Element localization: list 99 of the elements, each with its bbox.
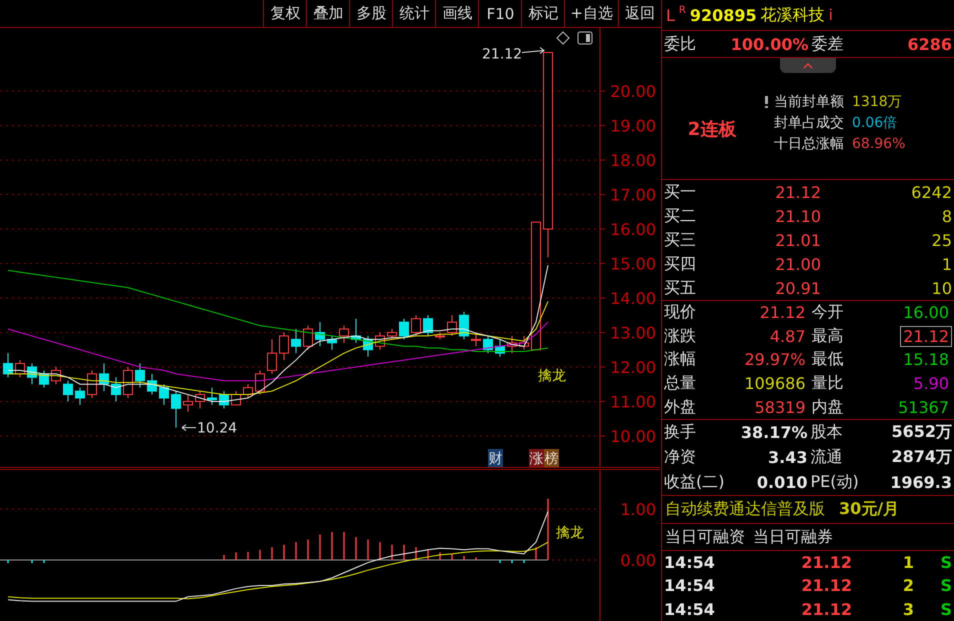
field-label: 收益(二) [664, 472, 726, 493]
field-value: 21.12 [758, 302, 806, 324]
field-label: PE(动) [810, 472, 860, 493]
field-label: 股本 [810, 422, 844, 443]
field-label: 涨跌 [664, 326, 697, 347]
field-value: 29.97% [743, 349, 806, 370]
field-label: 外盘 [664, 396, 697, 418]
market-label: L [666, 6, 675, 24]
bid-volume: 8 [942, 206, 952, 226]
flag-label: R [678, 5, 686, 16]
axis-label: 12.00 [610, 358, 656, 377]
stock-code: 920895 [690, 6, 757, 24]
axis-label: 11.00 [610, 392, 656, 412]
axis-label: 1.00 [620, 500, 656, 519]
field-value: 3.43 [768, 448, 808, 467]
bid-label: 买三 [664, 230, 697, 250]
bid-volume: 1 [942, 254, 952, 274]
tick-volume: 3 [902, 600, 914, 619]
axis-label: 15.00 [610, 254, 656, 274]
axis-label: 19.00 [610, 116, 656, 136]
bid-price: 21.01 [775, 230, 821, 250]
field-value: 58319 [754, 396, 806, 418]
axis-label: 0.00 [620, 551, 656, 570]
margin-label: 当日可融资 [665, 526, 745, 548]
field-label: 流通 [810, 447, 844, 468]
tick-time: 14:54 [664, 576, 716, 596]
tick-side: S [940, 576, 952, 596]
bid-label: 买二 [664, 206, 697, 226]
field-value: 38.17% [740, 423, 808, 442]
field-value: 1318万 [852, 92, 902, 110]
field-label: 内盘 [812, 396, 844, 418]
field-value: 5652万 [891, 422, 952, 443]
bid-volume: 6242 [911, 182, 952, 202]
stock-name: 花溪科技 [760, 4, 825, 26]
field-value: 68.96% [852, 136, 906, 152]
bid-price: 21.00 [775, 254, 821, 274]
axis-label: 13.00 [610, 323, 656, 342]
field-value: 21.12 [900, 326, 952, 347]
axis-label: 18.00 [610, 151, 656, 170]
streak-label: 2连板 [686, 118, 738, 140]
field-label: 现价 [664, 302, 697, 324]
axis-label: 16.00 [610, 220, 656, 240]
axis-label: 14.00 [610, 289, 656, 308]
tick-time: 14:54 [664, 553, 716, 572]
tick-side: S [940, 600, 952, 619]
field-label: 涨幅 [664, 349, 697, 370]
margin-label: 当日可融券 [753, 526, 833, 548]
field-value: 1969.3 [890, 473, 952, 492]
field-label: 封单占成交 [774, 114, 844, 132]
field-label: 当前封单额 [774, 92, 844, 110]
field-label: 十日总涨幅 [774, 134, 844, 152]
field-value: 2874万 [891, 447, 952, 468]
field-value: 6286 [907, 34, 952, 54]
tag-badge[interactable]: 榜 [544, 449, 559, 467]
bid-price: 20.91 [775, 278, 821, 298]
price-label: 10.24 [197, 420, 238, 437]
field-label: 净资 [664, 447, 697, 468]
field-label: 最低 [812, 349, 844, 370]
field-label: 今开 [812, 302, 844, 324]
tag-badge[interactable]: 财 [488, 449, 503, 467]
bid-label: 买一 [664, 182, 697, 202]
tick-side: S [940, 553, 952, 572]
info-link[interactable]: i [828, 6, 833, 24]
signal-label: 擒龙 [556, 524, 584, 541]
field-label: 最高 [812, 326, 844, 347]
field-value: 15.18 [902, 349, 950, 370]
field-value: 109686 [743, 373, 806, 394]
tick-volume: 2 [902, 576, 914, 596]
tick-volume: 1 [902, 553, 914, 572]
field-value: 0.06倍 [852, 114, 898, 132]
field-label: 委比 [664, 34, 697, 54]
axis-label: 17.00 [610, 186, 656, 205]
tick-price: 21.12 [801, 553, 852, 572]
field-label: 总量 [664, 373, 697, 394]
bid-label: 买四 [664, 254, 697, 274]
promo-price: 30元/月 [839, 499, 900, 520]
bid-volume: 10 [932, 278, 952, 298]
promo-link[interactable]: 自动续费通达信普及版 [665, 499, 825, 520]
field-value: 0.010 [756, 473, 808, 492]
tick-price: 21.12 [801, 576, 852, 596]
bid-volume: 25 [932, 230, 952, 250]
field-label: 量比 [812, 373, 844, 394]
tick-time: 14:54 [664, 600, 716, 619]
bid-label: 买五 [664, 278, 697, 298]
bid-price: 21.12 [775, 182, 821, 202]
price-label: 21.12 [482, 46, 522, 62]
axis-label: 20.00 [610, 82, 656, 102]
field-value: 4.87 [768, 326, 806, 347]
tick-price: 21.12 [801, 600, 852, 619]
field-value: 5.90 [912, 373, 950, 394]
field-label: 委差 [812, 34, 844, 54]
signal-label: 擒龙 [538, 368, 566, 384]
axis-label: 10.00 [610, 426, 656, 446]
field-value: 51367 [897, 396, 950, 418]
field-value: 16.00 [902, 302, 950, 324]
bid-price: 21.10 [775, 206, 821, 226]
field-value: 100.00% [730, 34, 808, 54]
tag-badge[interactable]: 涨 [529, 449, 544, 467]
field-label: 换手 [664, 422, 697, 443]
